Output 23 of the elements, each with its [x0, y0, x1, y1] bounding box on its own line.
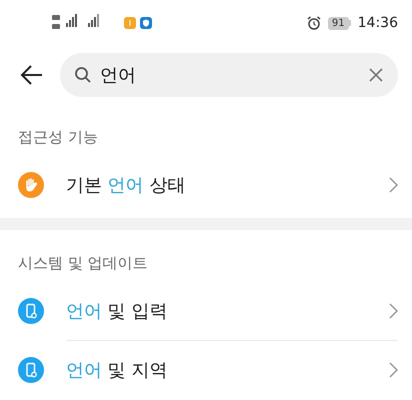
chevron-icon [389, 177, 398, 193]
item-label: 언어 및 지역 [66, 359, 168, 382]
battery-level: 91 [328, 16, 349, 30]
alarm-icon [306, 16, 321, 30]
clear-button[interactable] [368, 67, 384, 83]
chevron-icon [389, 303, 398, 319]
chevron-icon [389, 362, 398, 378]
app-notification-icon [124, 17, 136, 29]
search-icon [74, 66, 92, 84]
search-value: 언어 [100, 64, 137, 87]
item-label: 기본 언어 상태 [66, 174, 186, 197]
item-label: 언어 및 입력 [66, 300, 168, 323]
settings-item[interactable]: 언어 및 입력 [0, 282, 412, 340]
section-header: 시스템 및 업데이트 [17, 253, 149, 274]
phone-settings-icon [18, 298, 44, 324]
settings-item[interactable]: 기본 언어 상태 [0, 156, 412, 214]
phone-settings-icon [18, 357, 44, 383]
section-header: 접근성 기능 [17, 127, 99, 148]
settings-item[interactable]: 언어 및 지역 [0, 341, 412, 399]
clock-time: 14:36 [358, 15, 398, 31]
search-field[interactable]: 언어 [60, 53, 398, 97]
hand-icon [18, 172, 44, 198]
shield-icon [140, 17, 152, 29]
